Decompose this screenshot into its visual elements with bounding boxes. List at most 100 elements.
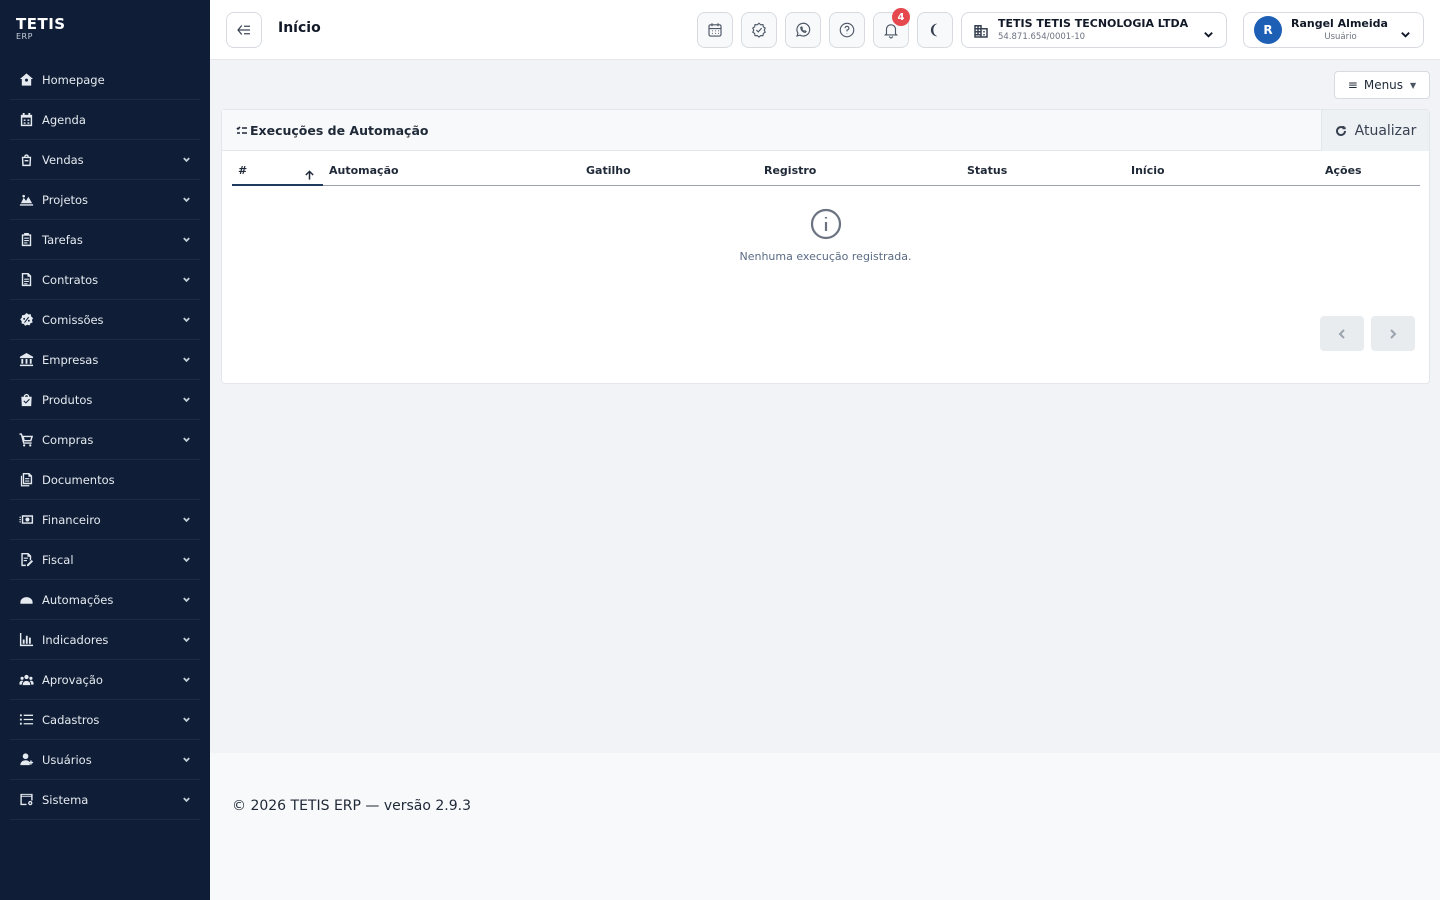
chevron-right-icon	[1390, 328, 1397, 339]
company-selector[interactable]: TETIS TETIS TECNOLOGIA LTDA 54.871.654/0…	[961, 12, 1227, 48]
automation-icon	[18, 592, 34, 608]
sidebar-item-indicadores[interactable]: Indicadores	[10, 620, 200, 660]
chevron-down-icon	[176, 155, 196, 164]
approvals-button[interactable]	[741, 12, 777, 48]
column-header-automation[interactable]: Automação	[329, 164, 399, 177]
projects-icon	[18, 192, 34, 208]
document-icon	[18, 272, 34, 288]
sidebar-item-documentos[interactable]: Documentos	[10, 460, 200, 500]
column-header-start[interactable]: Início	[1131, 164, 1165, 177]
card-header: Execuções de Automação Atualizar	[222, 110, 1429, 151]
card-title-text: Execuções de Automação	[250, 123, 429, 138]
sidebar-item-label: Documentos	[42, 472, 115, 487]
column-header-record[interactable]: Registro	[764, 164, 816, 177]
menus-dropdown-button[interactable]: ≡ Menus ▼	[1334, 71, 1430, 99]
sidebar-item-tarefas[interactable]: Tarefas	[10, 220, 200, 260]
chevron-down-icon	[176, 315, 196, 324]
previous-page-button[interactable]	[1320, 316, 1364, 351]
empty-state-message: Nenhuma execução registrada.	[739, 250, 912, 263]
footer-text: © 2026 TETIS ERP — versão 2.9.3	[232, 798, 472, 814]
building-icon	[972, 22, 990, 40]
chevron-down-icon	[176, 675, 196, 684]
column-header-status[interactable]: Status	[967, 164, 1007, 177]
sort-ascending-icon[interactable]	[304, 166, 315, 185]
calendar-icon	[708, 23, 722, 37]
user-name: Rangel Almeida	[1291, 17, 1388, 30]
sidebar-item-contratos[interactable]: Contratos	[10, 260, 200, 300]
sidebar-item-projetos[interactable]: Projetos	[10, 180, 200, 220]
brand-logo[interactable]: TETIS ERP	[16, 16, 66, 41]
help-icon	[839, 22, 855, 38]
company-cnpj: 54.871.654/0001-10	[998, 32, 1086, 42]
sidebar-item-sistema[interactable]: Sistema	[10, 780, 200, 820]
documents-icon	[18, 472, 34, 488]
fiscal-icon	[18, 552, 34, 568]
verified-badge-icon	[752, 22, 766, 38]
refresh-label: Atualizar	[1354, 122, 1417, 139]
table-header: # Automação Gatilho Registro Status Iníc…	[232, 160, 1420, 186]
sidebar-item-vendas[interactable]: Vendas	[10, 140, 200, 180]
chevron-down-icon	[176, 635, 196, 644]
chevron-down-icon	[176, 195, 196, 204]
chevron-down-icon	[176, 235, 196, 244]
sidebar-item-label: Homepage	[42, 72, 105, 87]
notifications-button[interactable]: 4	[873, 8, 910, 48]
clipboard-icon	[18, 232, 34, 248]
help-button[interactable]	[829, 12, 865, 48]
sidebar-item-comissoes[interactable]: Comissões	[10, 300, 200, 340]
chevron-down-icon	[176, 715, 196, 724]
sidebar-item-homepage[interactable]: Homepage	[10, 60, 200, 100]
page-title: Início	[278, 20, 321, 36]
sidebar-item-label: Produtos	[42, 392, 93, 407]
sidebar-item-label: Agenda	[42, 112, 86, 127]
sidebar-item-label: Compras	[42, 432, 94, 447]
sidebar-item-label: Contratos	[42, 272, 99, 287]
company-name: TETIS TETIS TECNOLOGIA LTDA	[998, 17, 1189, 30]
sidebar-item-empresas[interactable]: Empresas	[10, 340, 200, 380]
column-header-trigger[interactable]: Gatilho	[586, 164, 631, 177]
refresh-button[interactable]: Atualizar	[1321, 110, 1429, 151]
sidebar-item-usuarios[interactable]: Usuários	[10, 740, 200, 780]
calendar-button[interactable]	[697, 12, 733, 48]
chevron-down-icon	[176, 515, 196, 524]
sidebar-item-agenda[interactable]: Agenda	[10, 100, 200, 140]
sidebar-item-financeiro[interactable]: Financeiro	[10, 500, 200, 540]
sidebar-item-aprovacao[interactable]: Aprovação	[10, 660, 200, 700]
whatsapp-button[interactable]	[785, 12, 821, 48]
sidebar-item-label: Vendas	[42, 152, 84, 167]
sidebar-item-label: Tarefas	[42, 232, 83, 247]
chevron-down-icon	[176, 795, 196, 804]
column-header-id[interactable]: #	[238, 164, 247, 177]
sidebar-item-compras[interactable]: Compras	[10, 420, 200, 460]
sidebar: TETIS ERP Homepage Agenda Vendas Projetos Ta…	[0, 0, 210, 900]
refresh-icon	[1335, 125, 1346, 136]
chevron-down-icon	[1203, 25, 1214, 44]
chevron-left-icon	[1338, 328, 1345, 339]
sidebar-item-cadastros[interactable]: Cadastros	[10, 700, 200, 740]
column-header-actions[interactable]: Ações	[1325, 164, 1362, 177]
cart-icon	[18, 432, 34, 448]
user-menu[interactable]: R Rangel Almeida Usuário	[1243, 12, 1424, 48]
dark-mode-toggle[interactable]	[917, 12, 953, 48]
bank-icon	[18, 352, 34, 368]
card-title: Execuções de Automação	[236, 123, 428, 138]
sidebar-item-label: Sistema	[42, 792, 89, 807]
user-icon	[18, 752, 34, 768]
sidebar-item-produtos[interactable]: Produtos	[10, 380, 200, 420]
sidebar-item-label: Financeiro	[42, 512, 101, 527]
chevron-down-icon	[176, 355, 196, 364]
home-icon	[18, 72, 34, 88]
chevron-down-icon	[176, 395, 196, 404]
chevron-down-icon	[176, 555, 196, 564]
next-page-button[interactable]	[1371, 316, 1415, 351]
collapse-arrow-icon	[237, 25, 250, 35]
sidebar-item-automacoes[interactable]: Automações	[10, 580, 200, 620]
chart-icon	[18, 632, 34, 648]
brand-name: TETIS	[16, 15, 66, 33]
sidebar-item-label: Empresas	[42, 352, 99, 367]
collapse-sidebar-button[interactable]	[226, 12, 262, 48]
list-check-icon	[236, 125, 247, 134]
list-icon	[18, 712, 34, 728]
sidebar-item-fiscal[interactable]: Fiscal	[10, 540, 200, 580]
sidebar-item-label: Usuários	[42, 752, 92, 767]
